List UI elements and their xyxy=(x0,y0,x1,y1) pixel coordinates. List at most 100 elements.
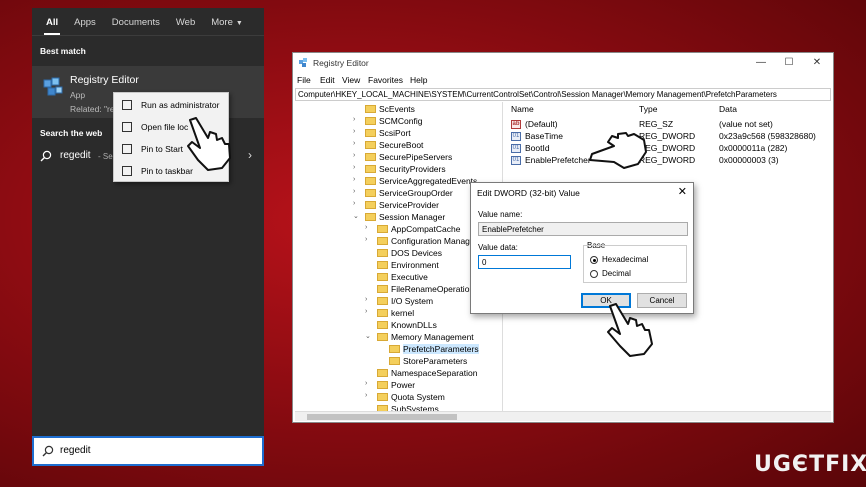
menu-favorites[interactable]: Favorites xyxy=(368,75,403,85)
minimize-icon[interactable]: — xyxy=(749,55,773,71)
folder-icon xyxy=(377,333,388,341)
chevron-down-icon[interactable]: ⌄ xyxy=(365,332,371,340)
menu-item-run-as-admin[interactable]: Run as administrator xyxy=(114,95,228,115)
chevron-right-icon[interactable]: › xyxy=(353,176,355,183)
tree-item[interactable]: › kernel xyxy=(365,308,414,320)
chevron-right-icon[interactable]: › xyxy=(365,392,367,399)
best-match-subtitle: App xyxy=(70,90,86,100)
tab-apps[interactable]: Apps xyxy=(68,17,102,35)
value-data-input[interactable]: 0 xyxy=(478,255,571,269)
menu-help[interactable]: Help xyxy=(410,75,427,85)
menu-item-label: Pin to Start xyxy=(141,144,184,154)
tree-item[interactable]: StoreParameters xyxy=(389,356,467,368)
tree-item[interactable]: › ServiceAggregatedEvents xyxy=(353,176,477,188)
maximize-icon[interactable]: ☐ xyxy=(777,55,801,71)
close-icon[interactable]: ✕ xyxy=(678,185,687,198)
value-row[interactable]: 01 EnablePrefetcher REG_DWORD 0x00000003… xyxy=(507,155,831,167)
radio-hexadecimal[interactable]: Hexadecimal xyxy=(590,254,690,266)
folder-icon xyxy=(377,381,388,389)
binary-value-icon: 01 xyxy=(511,156,521,165)
tree-item[interactable]: › Power xyxy=(365,380,415,392)
folder-icon xyxy=(365,153,376,161)
best-match-related: Related: "re xyxy=(70,104,115,114)
tree-item[interactable]: › ScsiPort xyxy=(353,128,411,140)
folder-icon xyxy=(377,321,388,329)
value-row[interactable]: 01 BaseTime REG_DWORD 0x23a9c568 (598328… xyxy=(507,131,831,143)
tab-more[interactable]: More ▼ xyxy=(205,17,249,35)
pin-icon xyxy=(122,144,132,154)
chevron-right-icon[interactable]: › xyxy=(365,380,367,387)
value-row[interactable]: 01 BootId REG_DWORD 0x0000011a (282) xyxy=(507,143,831,155)
value-data: 0x00000003 (3) xyxy=(719,155,779,165)
horizontal-scrollbar[interactable] xyxy=(295,411,831,421)
tree-item[interactable]: › Configuration Manager xyxy=(365,236,477,248)
tab-all[interactable]: All xyxy=(40,17,64,35)
folder-icon xyxy=(365,165,376,173)
tab-documents[interactable]: Documents xyxy=(106,17,166,35)
chevron-right-icon[interactable]: › xyxy=(365,308,367,315)
registry-editor-icon xyxy=(43,77,63,96)
column-header-data[interactable]: Data xyxy=(719,104,737,114)
tree-item[interactable]: › AppCompatCache xyxy=(365,224,460,236)
chevron-right-icon[interactable]: › xyxy=(353,200,355,207)
start-menu: All Apps Documents Web More ▼ Best match … xyxy=(32,8,264,466)
tree-item-selected[interactable]: PrefetchParameters xyxy=(389,344,479,356)
tree-item[interactable]: ScEvents xyxy=(365,104,415,116)
tree-item[interactable]: › SecureBoot xyxy=(353,140,423,152)
chevron-right-icon[interactable]: › xyxy=(365,236,367,243)
folder-icon xyxy=(377,393,388,401)
menu-file[interactable]: File xyxy=(297,75,311,85)
tree-item[interactable]: FileRenameOperations xyxy=(377,284,478,296)
search-web-heading: Search the web xyxy=(40,128,103,138)
tab-web[interactable]: Web xyxy=(170,17,201,35)
value-row[interactable]: ab (Default) REG_SZ (value not set) xyxy=(507,119,831,131)
menu-view[interactable]: View xyxy=(342,75,360,85)
value-name: BaseTime xyxy=(525,131,563,141)
chevron-right-icon[interactable]: › xyxy=(365,224,367,231)
folder-icon xyxy=(365,105,376,113)
tree-item[interactable]: Executive xyxy=(377,272,428,284)
chevron-right-icon[interactable]: › xyxy=(353,140,355,147)
tree-item[interactable]: › Quota System xyxy=(365,392,445,404)
column-header-name[interactable]: Name xyxy=(511,104,534,114)
search-input[interactable]: regedit xyxy=(32,436,264,466)
tree-item[interactable]: NamespaceSeparation xyxy=(377,368,477,380)
tree-item[interactable]: ⌄ Session Manager xyxy=(353,212,445,224)
tree-item[interactable]: › I/O System xyxy=(365,296,433,308)
column-header-type[interactable]: Type xyxy=(639,104,657,114)
folder-icon xyxy=(365,117,376,125)
radio-decimal[interactable]: Decimal xyxy=(590,268,690,280)
chevron-right-icon[interactable]: › xyxy=(353,152,355,159)
title-bar[interactable]: Registry Editor — ☐ ✕ xyxy=(293,53,833,73)
tree-item[interactable]: KnownDLLs xyxy=(377,320,437,332)
close-icon[interactable]: ✕ xyxy=(805,55,829,71)
tree-item[interactable]: › ServiceGroupOrder xyxy=(353,188,453,200)
tree-item[interactable]: › SecurityProviders xyxy=(353,164,446,176)
binary-value-icon: 01 xyxy=(511,132,521,141)
tree-item[interactable]: › SecurePipeServers xyxy=(353,152,452,164)
menu-item-label: Run as administrator xyxy=(141,100,220,110)
scrollbar-thumb[interactable] xyxy=(307,414,457,420)
tree-item[interactable]: › ServiceProvider xyxy=(353,200,439,212)
folder-icon xyxy=(377,249,388,257)
chevron-down-icon[interactable]: ⌄ xyxy=(353,212,359,220)
value-data-label: Value data: xyxy=(478,243,518,252)
chevron-right-icon[interactable]: › xyxy=(365,296,367,303)
menu-edit[interactable]: Edit xyxy=(320,75,335,85)
best-match-heading: Best match xyxy=(40,46,86,56)
folder-icon xyxy=(377,369,388,377)
chevron-right-icon[interactable]: › xyxy=(353,164,355,171)
tree-item[interactable]: › SCMConfig xyxy=(353,116,422,128)
tree-item[interactable]: Environment xyxy=(377,260,439,272)
tree-item[interactable]: ⌄ Memory Management xyxy=(365,332,474,344)
chevron-right-icon[interactable]: › xyxy=(353,116,355,123)
best-match-title: Registry Editor xyxy=(70,74,139,86)
chevron-right-icon[interactable]: › xyxy=(353,188,355,195)
value-name: BootId xyxy=(525,143,550,153)
search-input-value: regedit xyxy=(60,445,91,456)
chevron-right-icon[interactable]: › xyxy=(353,128,355,135)
address-bar[interactable]: Computer\HKEY_LOCAL_MACHINE\SYSTEM\Curre… xyxy=(295,88,831,101)
binary-value-icon: 01 xyxy=(511,144,521,153)
tree-item[interactable]: DOS Devices xyxy=(377,248,442,260)
chevron-right-icon[interactable]: › xyxy=(248,148,252,162)
